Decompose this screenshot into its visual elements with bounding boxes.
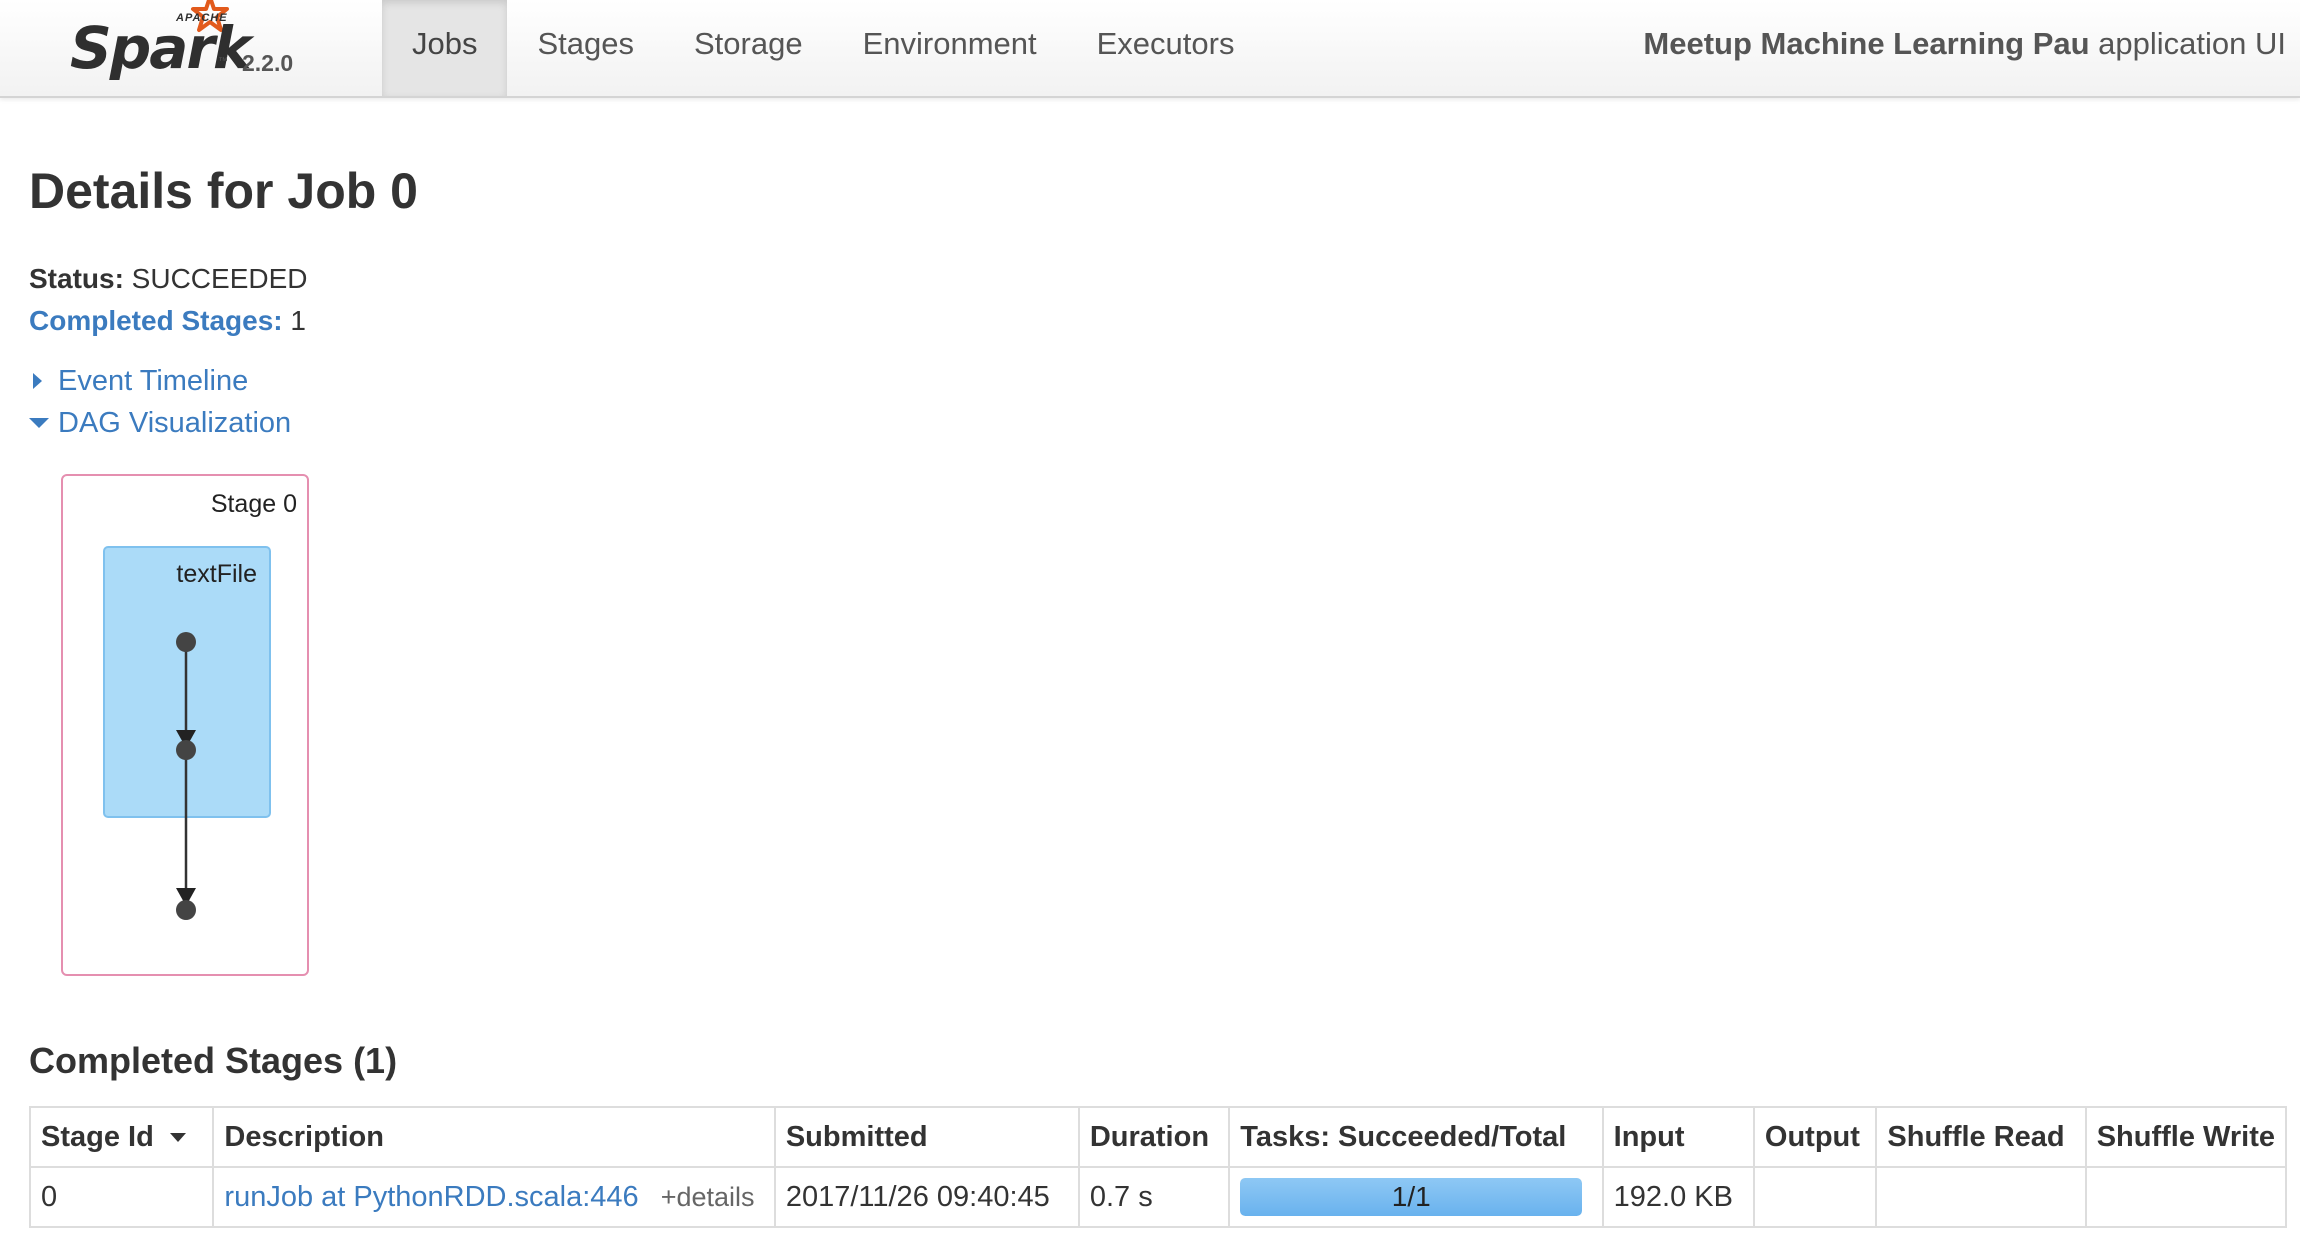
spark-version: 2.2.0 <box>242 50 294 76</box>
col-shuffle-write[interactable]: Shuffle Write <box>2084 1106 2288 1168</box>
cell-duration: 0.7 s <box>1077 1166 1231 1228</box>
status-row: Status: SUCCEEDED <box>29 258 308 300</box>
cell-input: 192.0 KB <box>1601 1166 1755 1228</box>
cell-shuffle-read <box>1875 1166 2087 1228</box>
status-label: Status: <box>29 263 124 294</box>
sort-desc-icon <box>169 1133 186 1143</box>
dag-node-2 <box>176 740 196 760</box>
dag-graph <box>176 632 196 920</box>
col-stage-id[interactable]: Stage Id <box>28 1106 215 1168</box>
tab-executors[interactable]: Executors <box>1067 0 1265 96</box>
visualization-toggles: Event Timeline DAG Visualization <box>29 360 291 444</box>
tab-stages[interactable]: Stages <box>507 0 664 96</box>
app-suffix: application UI <box>2089 26 2286 61</box>
col-duration[interactable]: Duration <box>1077 1106 1231 1168</box>
stage-description-link[interactable]: runJob at PythonRDD.scala:446 <box>224 1181 638 1213</box>
expanded-arrow-icon <box>29 418 49 428</box>
trademark-symbol: ™ <box>218 56 228 67</box>
col-tasks[interactable]: Tasks: Succeeded/Total <box>1228 1106 1604 1168</box>
collapsed-arrow-icon <box>33 373 42 389</box>
tasks-progress-text: 1/1 <box>1391 1181 1431 1212</box>
dag-visualization-label: DAG Visualization <box>58 407 292 439</box>
event-timeline-toggle[interactable]: Event Timeline <box>29 360 291 402</box>
cell-shuffle-write <box>2084 1166 2288 1228</box>
col-input[interactable]: Input <box>1601 1106 1755 1168</box>
completed-stages-count: 1 <box>282 305 306 336</box>
cell-output <box>1752 1166 1878 1228</box>
tab-environment[interactable]: Environment <box>833 0 1067 96</box>
table-row: 0 runJob at PythonRDD.scala:446 +details … <box>28 1166 2288 1228</box>
col-description[interactable]: Description <box>212 1106 776 1168</box>
completed-stages-row: Completed Stages: 1 <box>29 300 308 342</box>
nav-tabs: Jobs Stages Storage Environment Executor… <box>382 0 1264 96</box>
dag-node-3 <box>176 900 196 920</box>
event-timeline-label: Event Timeline <box>58 365 249 397</box>
job-summary: Status: SUCCEEDED Completed Stages: 1 <box>29 258 308 342</box>
status-value: SUCCEEDED <box>123 263 308 294</box>
logo-spark-text: Spark <box>70 14 252 82</box>
spark-logo[interactable]: APACHE Spark ™ 2.2.0 <box>70 0 310 96</box>
cell-stage-id: 0 <box>28 1166 215 1228</box>
app-name: Meetup Machine Learning Pau <box>1643 26 2090 61</box>
col-submitted[interactable]: Submitted <box>773 1106 1080 1168</box>
page-title: Details for Job 0 <box>29 163 418 219</box>
table-header-row: Stage Id Description Submitted Duration … <box>28 1106 2288 1168</box>
completed-stages-link[interactable]: Completed Stages: <box>29 305 283 336</box>
completed-stages-table: Stage Id Description Submitted Duration … <box>28 1106 2288 1228</box>
tab-storage[interactable]: Storage <box>664 0 833 96</box>
cell-submitted: 2017/11/26 09:40:45 <box>773 1166 1080 1228</box>
col-shuffle-read[interactable]: Shuffle Read <box>1875 1106 2087 1168</box>
details-toggle[interactable]: +details <box>661 1182 755 1212</box>
tasks-progress-bar: 1/1 <box>1240 1178 1583 1216</box>
top-navbar: APACHE Spark ™ 2.2.0 Jobs Stages Storage… <box>0 0 2300 98</box>
tab-jobs[interactable]: Jobs <box>382 0 508 96</box>
col-output[interactable]: Output <box>1752 1106 1878 1168</box>
cell-tasks: 1/1 <box>1228 1166 1604 1228</box>
application-title: Meetup Machine Learning Pau application … <box>1643 0 2286 96</box>
dag-node-1 <box>176 632 196 652</box>
cell-description: runJob at PythonRDD.scala:446 +details <box>212 1166 776 1228</box>
dag-visualization-toggle[interactable]: DAG Visualization <box>29 402 291 444</box>
dag-stage-box[interactable]: Stage 0 textFile <box>61 474 309 976</box>
completed-stages-title[interactable]: Completed Stages (1) <box>29 1040 397 1082</box>
